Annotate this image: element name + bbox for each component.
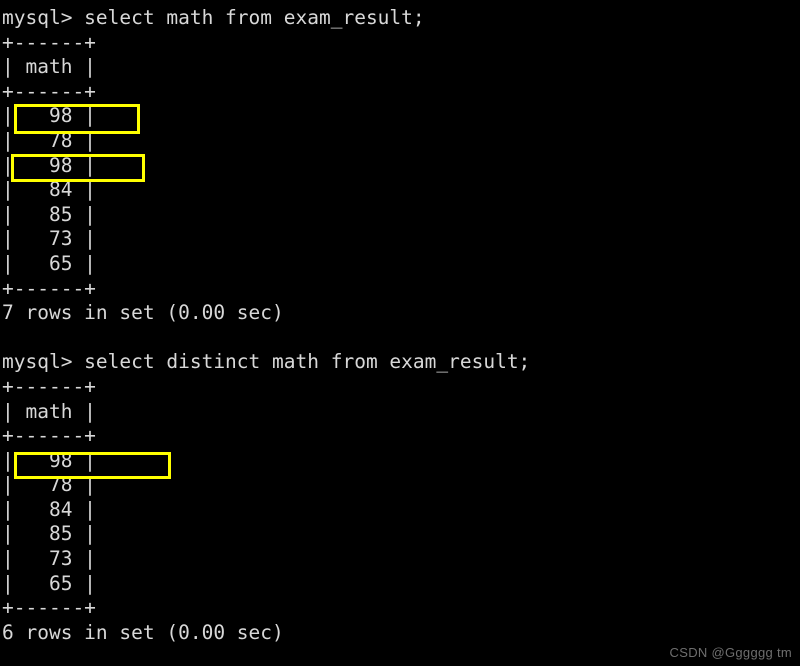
- table-row: | 84 |: [2, 178, 96, 202]
- table-row: | 98 |: [2, 448, 96, 472]
- table-row: | 98 |: [2, 104, 96, 128]
- table-row: | 78 |: [2, 128, 96, 152]
- terminal-line-table-top-border-1: +------+: [2, 30, 96, 54]
- terminal-line-table-header-sep-1: +------+: [2, 79, 96, 103]
- table-row: | 98 |: [2, 153, 96, 177]
- table-row: | 73 |: [2, 227, 96, 251]
- terminal-line-table-bottom-border-2: +------+: [2, 596, 96, 620]
- terminal-line-table-header-sep-2: +------+: [2, 424, 96, 448]
- terminal-line-table-bottom-border-1: +------+: [2, 276, 96, 300]
- terminal-line-table-top-border-2: +------+: [2, 374, 96, 398]
- terminal-line-table-header-1: | math |: [2, 55, 96, 79]
- table-row: | 78 |: [2, 473, 96, 497]
- table-row: | 85 |: [2, 522, 96, 546]
- table-row: | 65 |: [2, 571, 96, 595]
- table-row: | 65 |: [2, 251, 96, 275]
- terminal-window: mysql> select math from exam_result; +--…: [0, 0, 800, 666]
- terminal-line-status-1: 7 rows in set (0.00 sec): [2, 301, 284, 325]
- terminal-line-status-2: 6 rows in set (0.00 sec): [2, 620, 284, 644]
- terminal-line-table-header-2: | math |: [2, 399, 96, 423]
- terminal-line-query-1: mysql> select math from exam_result;: [2, 6, 425, 29]
- table-row: | 73 |: [2, 547, 96, 571]
- terminal-line-query-2: mysql> select distinct math from exam_re…: [2, 350, 531, 374]
- table-row: | 84 |: [2, 497, 96, 521]
- csdn-watermark: CSDN @Gggggg tm: [669, 645, 792, 660]
- table-row: | 85 |: [2, 202, 96, 226]
